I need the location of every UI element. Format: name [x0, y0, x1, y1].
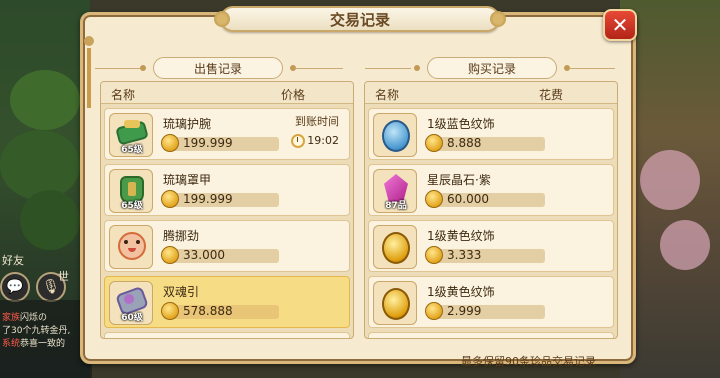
item-name: 星辰晶石·紫 — [427, 173, 491, 187]
price-value: 199.999 — [183, 192, 233, 206]
buy-record-row[interactable]: 1级黄色纹饰 3.333 — [368, 220, 614, 272]
price-value: 3.333 — [447, 248, 482, 262]
item-name: 腾挪劲 — [163, 229, 200, 243]
item-name: 1级黄色纹饰 — [427, 285, 495, 299]
tab-buy-label: 购买记录 — [467, 61, 516, 76]
buy-record-row[interactable]: 1级蓝色纹饰 8.888 — [368, 108, 614, 160]
gold-coin-icon — [161, 246, 179, 264]
close-icon: ✕ — [611, 13, 629, 37]
tassel-ornament — [84, 36, 94, 126]
item-level-badge: 60级 — [121, 313, 143, 323]
divider — [295, 68, 343, 69]
ornament-knob — [490, 11, 506, 27]
pet-skill-icon — [109, 225, 153, 269]
gold-coin-icon — [161, 302, 179, 320]
clock-icon — [291, 134, 305, 148]
buy-record-row[interactable]: 87品 星辰晶石·紫 60.000 — [368, 164, 614, 216]
divider — [569, 68, 615, 69]
item-name: 双魂引 — [163, 285, 200, 299]
tab-buy-records[interactable]: 购买记录 — [414, 57, 570, 79]
arrival-time-label: 到账时间 — [295, 115, 339, 128]
sell-record-row[interactable]: 腾挪劲 33.000 — [104, 220, 350, 272]
price-field: 2.999 — [425, 302, 545, 320]
price-field: 60.000 — [425, 190, 545, 208]
ornament-dot — [140, 65, 146, 71]
chat-bubble-icon[interactable]: 💬 — [0, 272, 30, 302]
blue-ornament-icon — [373, 113, 417, 157]
world-channel-label[interactable]: 世 — [58, 268, 69, 284]
chat-line: 家族闪烁の — [2, 313, 48, 323]
armor-icon: 65级 — [109, 169, 153, 213]
retention-note: 最多保留90条珍品交易记录 — [461, 355, 596, 368]
yellow-ornament-icon — [373, 225, 417, 269]
gold-coin-icon — [161, 190, 179, 208]
gold-coin-icon — [425, 302, 443, 320]
sell-record-list[interactable]: 名称 价格 65级 琉璃护腕 到账时间 199.999 19:02 65级 琉璃… — [100, 81, 354, 339]
item-level-badge: 65级 — [121, 145, 143, 155]
price-value: 578.888 — [183, 304, 233, 318]
item-grade-badge: 87品 — [385, 201, 407, 211]
column-price-header: 价格 — [281, 88, 306, 102]
chat-line: 了30个九转金丹, — [2, 326, 71, 336]
chat-line: 系统恭喜一致的 — [2, 339, 66, 349]
item-name: 1级黄色纹饰 — [427, 229, 495, 243]
divider — [95, 68, 141, 69]
divider — [365, 68, 411, 69]
price-value: 8.888 — [447, 136, 482, 150]
ornament-dot — [414, 65, 420, 71]
sell-list-header: 名称 价格 — [101, 82, 353, 104]
item-name: 1级蓝色纹饰 — [427, 117, 495, 131]
price-field: 33.000 — [161, 246, 279, 264]
close-button[interactable]: ✕ — [603, 9, 637, 41]
item-level-badge: 65级 — [121, 201, 143, 211]
tab-sell-records[interactable]: 出售记录 — [140, 57, 296, 79]
sell-record-row-partial[interactable] — [104, 332, 350, 338]
item-name: 琉璃护腕 — [163, 117, 212, 131]
gold-coin-icon — [161, 134, 179, 152]
gold-coin-icon — [425, 190, 443, 208]
arrival-time-value: 19:02 — [307, 134, 339, 147]
gold-coin-icon — [425, 246, 443, 264]
price-field: 3.333 — [425, 246, 545, 264]
price-field: 199.999 — [161, 190, 279, 208]
price-value: 33.000 — [183, 248, 225, 262]
price-value: 60.000 — [447, 192, 489, 206]
gloves-icon: 60级 — [109, 281, 153, 325]
friends-label[interactable]: 好友 — [2, 252, 24, 268]
window-title-plate: 交易记录 — [214, 6, 506, 32]
trade-record-panel: 出售记录 名称 价格 65级 琉璃护腕 到账时间 199.999 19:02 6… — [80, 12, 636, 368]
column-name-header: 名称 — [111, 88, 136, 102]
window-title: 交易记录 — [329, 10, 390, 29]
purple-crystal-icon: 87品 — [373, 169, 417, 213]
chat-log: 家族闪烁の 了30个九转金丹, 系统恭喜一致的 — [0, 300, 92, 378]
ornament-knob — [214, 11, 230, 27]
price-value: 2.999 — [447, 304, 482, 318]
price-field: 8.888 — [425, 134, 545, 152]
column-cost-header: 花费 — [539, 88, 564, 102]
buy-record-row-partial[interactable] — [368, 332, 614, 338]
tab-sell-label: 出售记录 — [193, 61, 242, 76]
buy-record-list[interactable]: 名称 花费 1级蓝色纹饰 8.888 87品 星辰晶石·紫 60.000 1级黄… — [364, 81, 618, 339]
sell-record-row[interactable]: 65级 琉璃护腕 到账时间 199.999 19:02 — [104, 108, 350, 160]
sell-record-row-selected[interactable]: 60级 双魂引 578.888 — [104, 276, 350, 328]
column-name-header: 名称 — [375, 88, 400, 102]
price-field: 199.999 — [161, 134, 279, 152]
yellow-ornament-icon — [373, 281, 417, 325]
gold-coin-icon — [425, 134, 443, 152]
buy-list-header: 名称 花费 — [365, 82, 617, 104]
price-value: 199.999 — [183, 136, 233, 150]
bracer-icon: 65级 — [109, 113, 153, 157]
buy-record-row[interactable]: 1级黄色纹饰 2.999 — [368, 276, 614, 328]
sell-record-row[interactable]: 65级 琉璃罩甲 199.999 — [104, 164, 350, 216]
price-field: 578.888 — [161, 302, 279, 320]
item-name: 琉璃罩甲 — [163, 173, 212, 187]
